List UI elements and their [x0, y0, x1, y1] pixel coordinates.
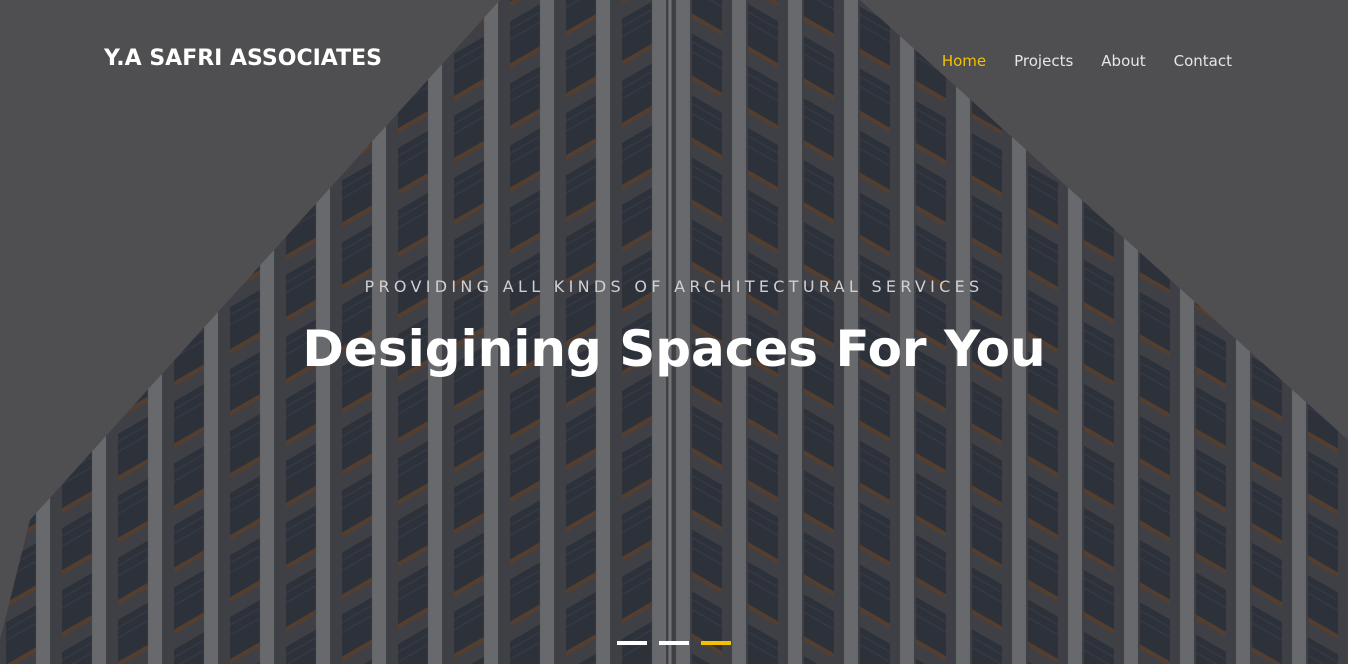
hero-headline: Desigining Spaces For You — [302, 320, 1046, 378]
carousel-indicator-1[interactable] — [617, 641, 647, 645]
nav-link-home[interactable]: Home — [942, 52, 986, 70]
top-navbar: Y.A SAFRI ASSOCIATES Home Projects About… — [0, 0, 1348, 124]
nav-link-about[interactable]: About — [1101, 52, 1145, 70]
nav-links: Home Projects About Contact — [942, 52, 1232, 70]
nav-link-projects[interactable]: Projects — [1014, 52, 1073, 70]
carousel-indicator-3[interactable] — [701, 641, 731, 645]
brand-logo-text[interactable]: Y.A SAFRI ASSOCIATES — [104, 46, 382, 71]
nav-link-contact[interactable]: Contact — [1174, 52, 1232, 70]
carousel-indicator-2[interactable] — [659, 641, 689, 645]
carousel-indicators — [617, 641, 731, 645]
hero-tagline: PROVIDING ALL KINDS OF ARCHITECTURAL SER… — [364, 277, 984, 296]
hero-section: Y.A SAFRI ASSOCIATES Home Projects About… — [0, 0, 1348, 664]
